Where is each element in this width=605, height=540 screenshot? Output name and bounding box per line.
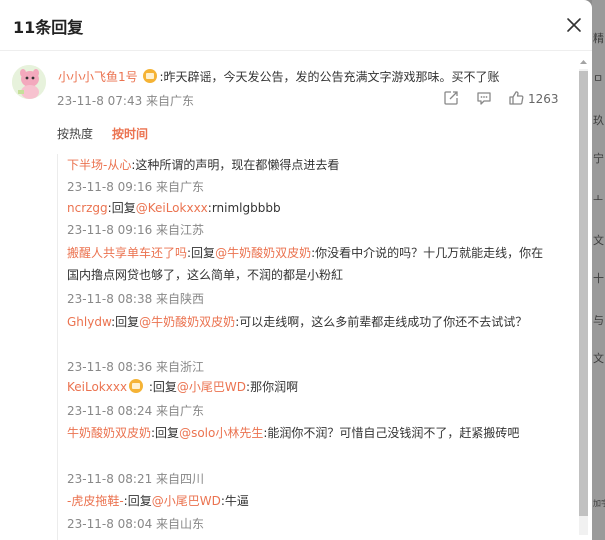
crown-badge-icon bbox=[143, 69, 158, 83]
background-text: 宁 bbox=[593, 152, 604, 165]
reply-meta: 23-11-8 08:21 来自四川 bbox=[67, 472, 205, 486]
like-icon[interactable] bbox=[507, 89, 525, 107]
reply-body: :回复 bbox=[187, 246, 216, 260]
reply-mention[interactable]: @KeiLokxxx bbox=[136, 201, 208, 215]
reply-text: Ghlydw:回复@牛奶酸奶双皮奶:可以走线啊，这么多前辈都走线成功了你还不去试… bbox=[67, 311, 547, 333]
avatar[interactable] bbox=[12, 65, 46, 99]
main-comment-body: :昨天辟谣，今天发公告，发的公告充满文字游戏那味。买不了账 bbox=[159, 70, 500, 84]
reply-body: :回复 bbox=[145, 380, 177, 394]
replies-dialog: 11条回复 小小小飞鱼1号 :昨天辟谣，今天发公告，发的公告充满文字游戏那味。买… bbox=[0, 0, 592, 540]
reply-body: :rnimlgbbbb bbox=[207, 201, 281, 215]
reply-text: 下半场-从心:这种所谓的声明，现在都懒得点进去看 bbox=[67, 154, 547, 176]
reply-username[interactable]: 搬醒人共享单车还了吗 bbox=[67, 246, 187, 260]
reply-username[interactable]: Ghlydw bbox=[67, 315, 111, 329]
like-count: 1263 bbox=[528, 92, 559, 106]
reply-username[interactable]: 牛奶酸奶双皮奶 bbox=[67, 426, 151, 440]
background-text: 与 bbox=[593, 314, 604, 327]
reply-body: :回复 bbox=[107, 201, 136, 215]
reply-meta: 23-11-8 08:38 来自陕西 bbox=[67, 292, 205, 306]
reply-username[interactable]: KeiLokxxx bbox=[67, 380, 127, 394]
reply-body: :能润你不润？可惜自己没钱润不了，赶紧搬砖吧 bbox=[263, 426, 520, 440]
reply-mention[interactable]: @牛奶酸奶双皮奶 bbox=[139, 315, 235, 329]
reply-meta: 23-11-8 09:16 来自江苏 bbox=[67, 223, 205, 237]
reply-username[interactable]: -虎皮拖鞋- bbox=[67, 494, 124, 508]
main-comment-text: 小小小飞鱼1号 :昨天辟谣，今天发公告，发的公告充满文字游戏那味。买不了账 bbox=[58, 68, 500, 85]
background-text: 精 bbox=[593, 32, 604, 45]
reply-mention[interactable]: @solo小林先生 bbox=[179, 426, 263, 440]
background-text: 加字 bbox=[593, 499, 605, 508]
reply-body: :那你润啊 bbox=[246, 380, 299, 394]
close-icon[interactable] bbox=[563, 14, 585, 36]
main-comment-username[interactable]: 小小小飞鱼1号 bbox=[58, 70, 138, 84]
scrollbar-thumb[interactable] bbox=[579, 71, 588, 516]
reply-body: :这种所谓的声明，现在都懒得点进去看 bbox=[131, 158, 340, 172]
comment-icon[interactable] bbox=[475, 89, 493, 107]
reply-text: ncrzgg:回复@KeiLokxxx:rnimlgbbbb bbox=[67, 197, 547, 219]
reply-body: :回复 bbox=[123, 494, 152, 508]
reply-meta: 23-11-8 08:24 来自广东 bbox=[67, 404, 205, 418]
reply-username[interactable]: 下半场-从心 bbox=[67, 158, 131, 172]
background-text: 文 bbox=[593, 352, 604, 365]
reply-body: :牛逼 bbox=[220, 494, 249, 508]
scroll-up-arrow-icon[interactable] bbox=[579, 57, 588, 67]
main-comment-meta: 23-11-8 07:43 来自广东 bbox=[57, 94, 195, 108]
sort-by-time[interactable]: 按时间 bbox=[112, 125, 148, 142]
background-text: 十 bbox=[593, 272, 604, 285]
share-icon[interactable] bbox=[442, 89, 460, 107]
reply-text: 牛奶酸奶双皮奶:回复@solo小林先生:能润你不润？可惜自己没钱润不了，赶紧搬砖… bbox=[67, 422, 547, 444]
reply-meta: 23-11-8 08:36 来自浙江 bbox=[67, 360, 205, 374]
dialog-header: 11条回复 bbox=[0, 0, 592, 50]
background-text: ㅁ bbox=[593, 72, 604, 85]
reply-text: 搬醒人共享单车还了吗:回复@牛奶酸奶双皮奶:你没看中介说的吗？十几万就能走线，你… bbox=[67, 242, 547, 286]
reply-body: :可以走线啊，这么多前辈都走线成功了你还不去试试？ bbox=[235, 315, 528, 329]
reply-text: -虎皮拖鞋-:回复@小尾巴WD:牛逼 bbox=[67, 490, 547, 512]
reply-meta: 23-11-8 09:16 来自广东 bbox=[67, 180, 205, 194]
background-text: 玖 bbox=[593, 114, 604, 127]
reply-meta: 23-11-8 08:04 来自山东 bbox=[67, 517, 205, 531]
reply-username[interactable]: ncrzgg bbox=[67, 201, 108, 215]
replies-scroll-area: 小小小飞鱼1号 :昨天辟谣，今天发公告，发的公告充满文字游戏那味。买不了账 23… bbox=[0, 51, 592, 540]
reply-thread: 下半场-从心:这种所谓的声明，现在都懒得点进去看 23-11-8 09:16 来… bbox=[57, 154, 558, 540]
reply-mention[interactable]: @小尾巴WD bbox=[152, 494, 221, 508]
dialog-title: 11条回复 bbox=[13, 18, 84, 37]
background-page-strip: 精 ㅁ 玖 宁 ㅗ 文 十 与 文 加字 bbox=[592, 0, 605, 540]
reply-mention[interactable]: @小尾巴WD bbox=[177, 380, 246, 394]
reply-body: :回复 bbox=[151, 426, 180, 440]
background-text: 文 bbox=[593, 234, 604, 247]
reply-text: KeiLokxxx :回复@小尾巴WD:那你润啊 bbox=[67, 376, 547, 398]
sort-by-hot[interactable]: 按热度 bbox=[57, 125, 93, 142]
reply-mention[interactable]: @牛奶酸奶双皮奶 bbox=[215, 246, 311, 260]
reply-body: :回复 bbox=[111, 315, 140, 329]
crown-badge-icon bbox=[129, 379, 144, 393]
background-text: ㅗ bbox=[593, 192, 604, 205]
scrollbar[interactable] bbox=[577, 57, 589, 540]
